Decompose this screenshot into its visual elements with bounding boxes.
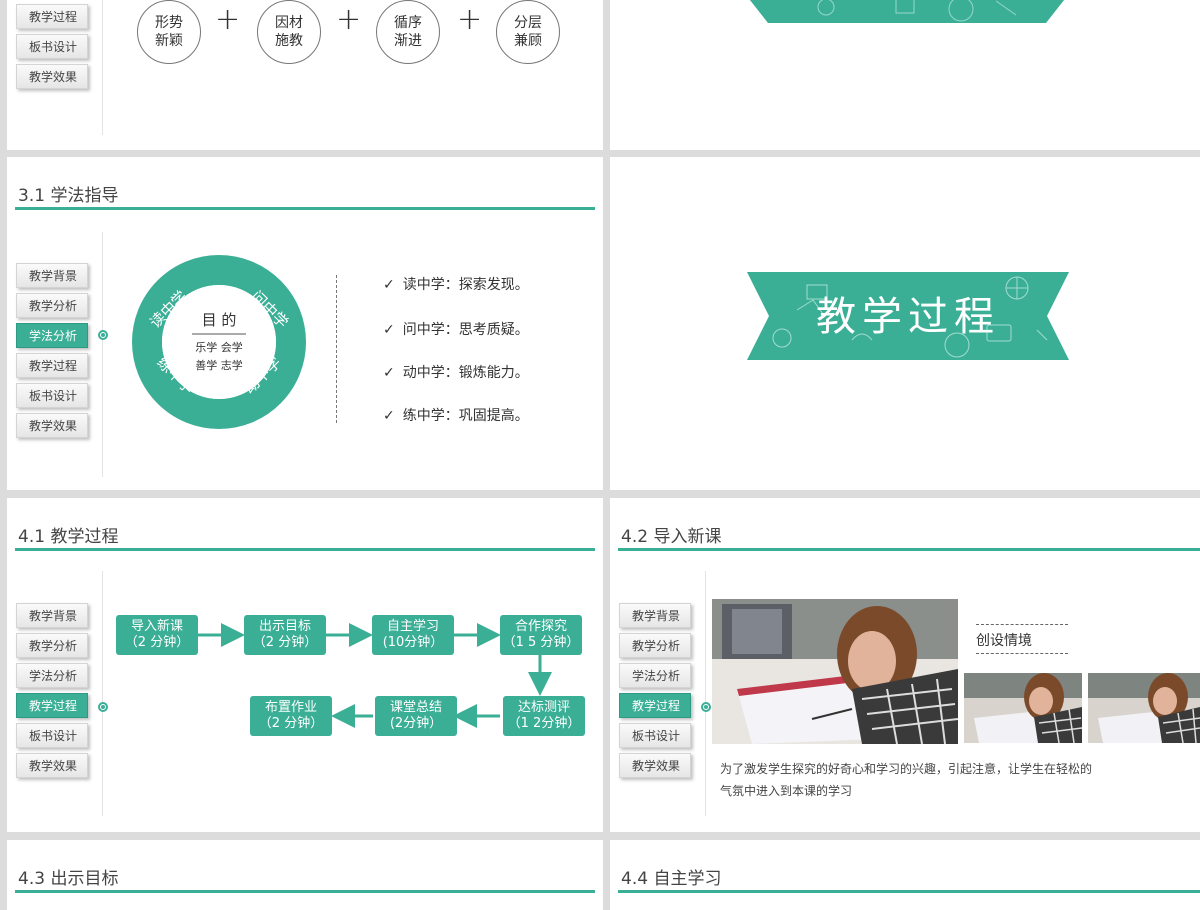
slide-title: 4.4 自主学习	[621, 869, 722, 889]
student-writing-photo	[712, 599, 958, 744]
check-item: ✓ 练中学：巩固提高。	[383, 408, 529, 424]
ring-center-title: 目 的	[202, 311, 237, 329]
tag-bottom-rule	[976, 653, 1068, 654]
dashed-separator	[336, 275, 337, 423]
nav-item-analysis[interactable]: 教学分析	[16, 293, 88, 318]
ribbon-banner	[749, 0, 1065, 23]
circle-material: 因材 施教	[257, 0, 321, 64]
nav-item-effect[interactable]: 教学效果	[619, 753, 691, 778]
nav-item-effect[interactable]: 教学效果	[16, 64, 88, 89]
tag-label: 创设情境	[976, 633, 1032, 649]
check-icon: ✓	[383, 408, 395, 424]
flow-step-summary: 课堂总结 (2分钟）	[375, 696, 457, 736]
nav-item-background[interactable]: 教学背景	[619, 603, 691, 628]
slide1-nav: 教学过程 板书设计 教学效果	[16, 4, 88, 94]
divider	[705, 571, 706, 816]
nav-item-analysis[interactable]: 教学分析	[619, 633, 691, 658]
circle-layered: 分层 兼顾	[496, 0, 560, 64]
flow-step-intro: 导入新课 （2 分钟）	[116, 615, 198, 655]
intro-description: 为了激发学生探究的好奇心和学习的兴趣，引起注意，让学生在轻松的 气氛中进入到本课…	[720, 762, 1093, 798]
ribbon-banner: 教学过程	[747, 272, 1069, 360]
slide-title: 4.2 导入新课	[621, 527, 722, 547]
check-item: ✓ 问中学：思考质疑。	[383, 322, 529, 338]
active-indicator-dot	[701, 702, 711, 712]
divider	[102, 0, 103, 135]
slide-intro-lesson: 4.2 导入新课 教学背景 教学分析 学法分析 教学过程 板书设计 教学效果 创…	[610, 498, 1200, 832]
ring-center-line1: 乐学 会学	[195, 340, 243, 354]
flow-step-self-study: 自主学习 (10分钟）	[372, 615, 454, 655]
title-underline	[618, 548, 1200, 551]
plus-sign: +	[336, 2, 362, 37]
slide-title: 4.3 出示目标	[18, 869, 119, 889]
nav-item-study-method[interactable]: 学法分析	[16, 323, 88, 348]
tag-top-rule	[976, 624, 1068, 625]
purpose-ring: 读中学 问中学 练中学 动中学 目 的 乐学 会学 善学 志学	[132, 255, 306, 429]
slide-study-guide: 3.1 学法指导 教学背景 教学分析 学法分析 教学过程 板书设计 教学效果 读…	[7, 157, 603, 490]
nav-item-process[interactable]: 教学过程	[16, 353, 88, 378]
check-item: ✓ 动中学：锻炼能力。	[383, 365, 529, 381]
circle-form: 形势 新颖	[137, 0, 201, 64]
plus-sign: +	[215, 2, 241, 37]
nav-item-board[interactable]: 板书设计	[619, 723, 691, 748]
title-underline	[15, 207, 595, 210]
flow-step-explore: 合作探究 （1 5 分钟）	[500, 615, 582, 655]
flow-step-assessment: 达标测评 （1 2分钟）	[503, 696, 585, 736]
slide-banner-process: 教学过程	[610, 157, 1200, 490]
nav-item-study-method[interactable]: 学法分析	[619, 663, 691, 688]
nav-item-background[interactable]: 教学背景	[16, 263, 88, 288]
flow-step-objectives: 出示目标 （2 分钟）	[244, 615, 326, 655]
nav-item-board[interactable]: 板书设计	[16, 383, 88, 408]
student-photo-thumb	[964, 673, 1082, 743]
slide-title: 3.1 学法指导	[18, 186, 119, 206]
ring-center-line2: 善学 志学	[195, 358, 243, 372]
slide-process-flow: 4.1 教学过程 教学背景 教学分析 学法分析 教学过程 板书设计 教学效果 导…	[7, 498, 603, 832]
title-underline	[618, 890, 1200, 893]
plus-sign: +	[457, 2, 483, 37]
title-underline	[15, 890, 595, 893]
nav-item-board[interactable]: 板书设计	[16, 34, 88, 59]
check-icon: ✓	[383, 365, 395, 381]
check-item: ✓ 读中学：探索发现。	[383, 277, 529, 293]
circle-gradual: 循序 渐进	[376, 0, 440, 64]
check-icon: ✓	[383, 322, 395, 338]
divider	[102, 232, 103, 477]
nav-item-process[interactable]: 教学过程	[16, 4, 88, 29]
side-nav: 教学背景 教学分析 学法分析 教学过程 板书设计 教学效果	[16, 263, 88, 443]
flow-arrows	[197, 623, 552, 728]
slide-banner-top	[610, 0, 1200, 150]
side-nav: 教学背景 教学分析 学法分析 教学过程 板书设计 教学效果	[619, 603, 691, 783]
student-photo-thumb	[1088, 673, 1200, 743]
flow-step-homework: 布置作业 （2 分钟）	[250, 696, 332, 736]
banner-text: 教学过程	[816, 294, 1000, 340]
active-indicator-dot	[98, 330, 108, 340]
nav-item-process[interactable]: 教学过程	[619, 693, 691, 718]
slide-teaching-method: 教学过程 板书设计 教学效果 形势 新颖 + 因材 施教 + 循序 渐进 + 分层 兼顾	[7, 0, 603, 150]
nav-item-effect[interactable]: 教学效果	[16, 413, 88, 438]
check-icon: ✓	[383, 277, 395, 293]
